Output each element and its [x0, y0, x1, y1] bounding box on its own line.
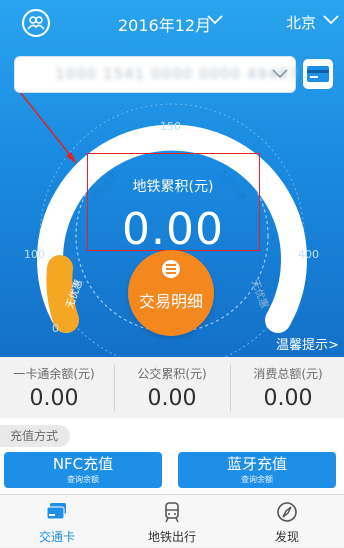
tick-label: 400: [298, 248, 319, 261]
account-button[interactable]: [22, 9, 50, 37]
compass-icon: [277, 502, 297, 522]
stat-value: 0.00: [147, 386, 197, 411]
stat-value: 0.00: [29, 386, 79, 411]
tab-label: 地铁出行: [147, 530, 196, 544]
button-label: NFC充值: [52, 455, 114, 473]
button-sublabel: 查询余额: [67, 475, 99, 484]
tab-label: 交通卡: [38, 530, 75, 544]
card-number: 1000 1541 0000 0000 49487: [55, 65, 300, 83]
tick-label: 150: [160, 120, 181, 133]
bluetooth-recharge-button[interactable]: 蓝牙充值 查询余额: [178, 452, 336, 488]
city-selector[interactable]: 北京: [286, 12, 316, 33]
stat-card-balance: 一卡通余额(元) 0.00: [0, 357, 108, 418]
tick-label: 100: [24, 248, 45, 261]
divider: [114, 365, 115, 411]
stats-bar: 一卡通余额(元) 0.00 公交累积(元) 0.00 消费总额(元) 0.00: [0, 357, 344, 418]
recharge-section-title: 充值方式: [0, 425, 70, 447]
divider: [230, 365, 231, 411]
stat-label: 公交累积(元): [137, 367, 207, 381]
stat-bus-accumulated: 公交累积(元) 0.00: [118, 357, 226, 418]
card-number-select[interactable]: 1000 1541 0000 0000 49487: [14, 56, 299, 93]
chevron-down-icon[interactable]: [206, 14, 224, 26]
card-icon: [46, 503, 66, 520]
nfc-recharge-button[interactable]: NFC充值 查询余额: [4, 452, 162, 488]
transaction-detail-label: 交易明细: [138, 292, 203, 311]
card-icon[interactable]: [302, 58, 334, 90]
users-icon: [27, 16, 45, 30]
tab-label: 发现: [274, 530, 299, 544]
stat-value: 0.00: [263, 386, 313, 411]
month-selector[interactable]: 2016年12月: [118, 12, 211, 36]
tab-metro-travel[interactable]: 地铁出行: [115, 495, 229, 548]
stat-label: 消费总额(元): [253, 367, 323, 381]
chevron-down-icon[interactable]: [322, 14, 340, 26]
tab-transit-card[interactable]: 交通卡: [0, 495, 114, 548]
hero-panel: 2016年12月 北京 1000 1541 0000 0000 49487 15…: [0, 0, 344, 357]
stat-label: 一卡通余额(元): [13, 367, 95, 381]
train-icon: [165, 502, 179, 523]
top-bar: 2016年12月 北京: [0, 0, 344, 46]
tick-label: 0: [52, 322, 59, 335]
button-label: 蓝牙充值: [226, 455, 287, 473]
chevron-down-icon[interactable]: [271, 67, 289, 81]
transaction-detail-button[interactable]: 交易明细: [128, 250, 214, 336]
recharge-section: 充值方式 NFC充值 查询余额 蓝牙充值 查询余额: [0, 418, 344, 494]
tips-link[interactable]: 温馨提示>: [276, 334, 339, 353]
tab-discover[interactable]: 发现: [230, 495, 344, 548]
list-icon: [162, 260, 180, 278]
annotation-box: [87, 153, 260, 251]
stat-total-spend: 消费总额(元) 0.00: [234, 357, 342, 418]
button-sublabel: 查询余额: [241, 475, 273, 484]
bottom-tab-bar: 交通卡 地铁出行 发现: [0, 494, 344, 547]
